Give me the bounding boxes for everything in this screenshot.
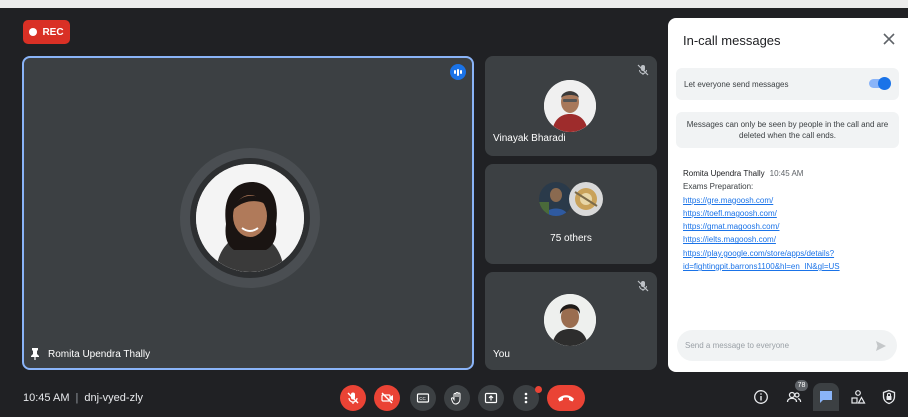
activities-icon[interactable] (850, 389, 866, 405)
host-controls-icon[interactable] (881, 389, 897, 405)
svg-text:CC: CC (419, 396, 426, 401)
message-text: Exams Preparation: (683, 182, 754, 192)
participant-name: Romita Upendra Thally (48, 348, 151, 360)
participant-name: Vinayak Bharadi (493, 133, 566, 144)
tile-name-label: Romita Upendra Thally (30, 348, 150, 360)
main-participant-tile[interactable]: Romita Upendra Thally (22, 56, 474, 370)
present-button[interactable] (478, 385, 504, 411)
camera-toggle-button[interactable] (374, 385, 400, 411)
self-tile[interactable]: You (485, 272, 657, 370)
close-icon[interactable] (882, 32, 896, 46)
tile-name-label: You (493, 349, 510, 360)
recording-label: REC (42, 26, 64, 38)
avatar (196, 164, 304, 272)
captions-button[interactable]: CC (410, 385, 436, 411)
raise-hand-icon (450, 391, 464, 405)
meeting-code: dnj-vyed-zly (84, 392, 144, 404)
message-input[interactable] (685, 341, 865, 350)
others-count-label: 75 others (550, 233, 592, 244)
chat-panel: In-call messages Let everyone send messa… (668, 18, 908, 372)
raise-hand-button[interactable] (444, 385, 470, 411)
avatar (539, 182, 573, 216)
participant-tile[interactable]: Vinayak Bharadi (485, 56, 657, 156)
mic-off-icon (637, 64, 649, 76)
people-icon[interactable] (786, 389, 802, 405)
mic-off-icon (346, 391, 360, 405)
present-icon (484, 391, 498, 405)
record-dot-icon (29, 28, 38, 36)
avatar (569, 182, 603, 216)
message-time: 10:45 AM (769, 169, 804, 178)
mic-off-icon (637, 280, 649, 292)
separator: | (75, 392, 79, 404)
avatar (544, 80, 596, 132)
end-call-button[interactable] (547, 385, 585, 411)
avatar (544, 294, 596, 346)
send-messages-toggle[interactable] (867, 77, 891, 90)
send-icon[interactable] (875, 340, 887, 352)
let-everyone-send-row: Let everyone send messages (676, 68, 899, 100)
mic-toggle-button[interactable] (340, 385, 366, 411)
toggle-label: Let everyone send messages (684, 79, 789, 89)
chat-message: Romita Upendra Thally 10:45 AM Exams Prep… (683, 167, 898, 273)
message-composer (677, 330, 897, 361)
panel-title: In-call messages (683, 33, 781, 48)
current-time: 10:45 AM (23, 392, 70, 404)
pin-icon[interactable] (30, 348, 40, 360)
message-link[interactable]: https://play.google.com/store/apps/detai… (683, 247, 898, 260)
notification-dot (535, 386, 542, 393)
message-link[interactable]: https://ielts.magoosh.com/ (683, 233, 898, 246)
message-link[interactable]: https://gmat.magoosh.com/ (683, 220, 898, 233)
message-link[interactable]: https://toefl.magoosh.com/ (683, 207, 898, 220)
bottom-bar: 10:45 AM | dnj-vyed-zly CC 78 (0, 378, 908, 417)
others-tile[interactable]: 75 others (485, 164, 657, 264)
info-icon[interactable] (753, 389, 769, 405)
meeting-info: 10:45 AM | dnj-vyed-zly (23, 392, 143, 404)
message-link[interactable]: https://gre.magoosh.com/ (683, 194, 898, 207)
end-call-icon (557, 393, 575, 403)
top-strip (0, 0, 908, 8)
message-link[interactable]: id=fightingpit.barrons1100&hl=en_IN&gl=U… (683, 260, 898, 273)
recording-badge: REC (23, 20, 70, 44)
captions-icon: CC (416, 391, 430, 405)
tile-name-label: Vinayak Bharadi (493, 133, 566, 144)
camera-off-icon (380, 391, 394, 405)
more-options-icon (519, 391, 533, 405)
participant-name: You (493, 349, 510, 360)
chat-icon[interactable] (818, 389, 834, 405)
privacy-notice: Messages can only be seen by people in t… (676, 112, 899, 148)
message-sender: Romita Upendra Thally (683, 169, 765, 178)
speaking-indicator-icon (450, 64, 466, 80)
participants-count-badge: 78 (795, 380, 808, 391)
